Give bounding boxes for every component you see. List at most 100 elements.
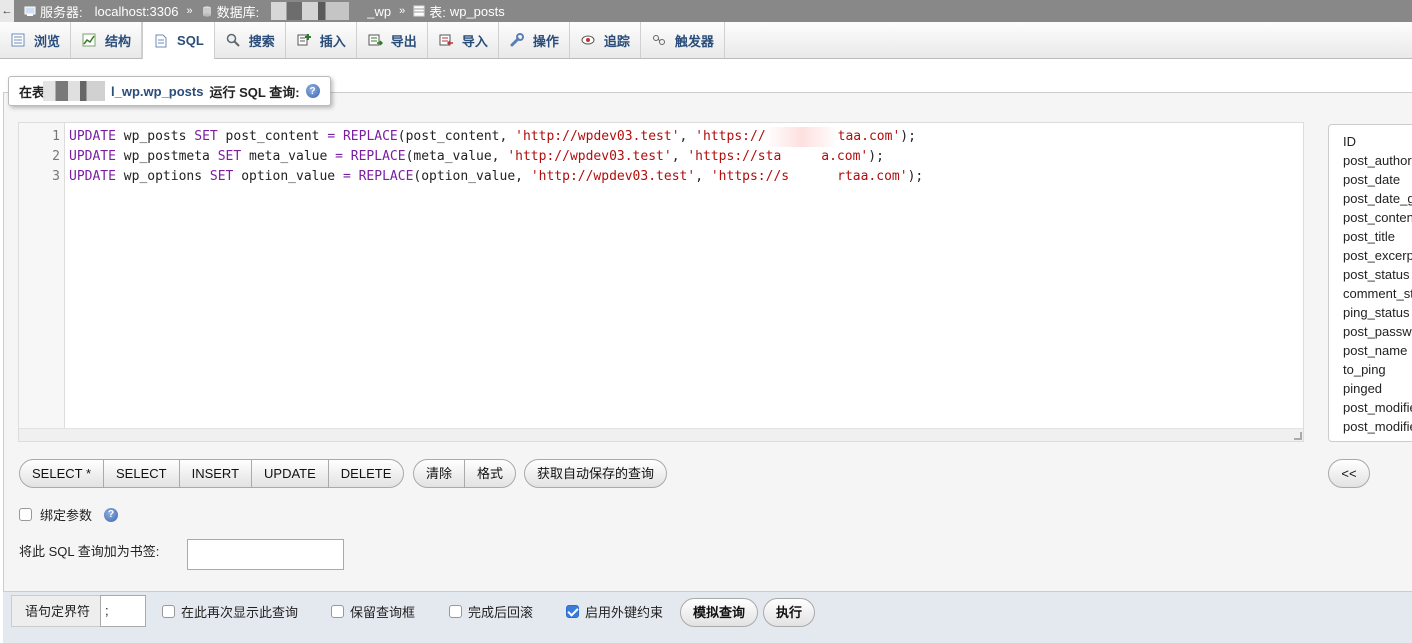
- simulate-query-button[interactable]: 模拟查询: [680, 598, 759, 627]
- tab-label: SQL: [177, 33, 204, 48]
- code-line[interactable]: UPDATE wp_posts SET post_content = REPLA…: [69, 127, 923, 147]
- column-item[interactable]: post_date: [1329, 170, 1412, 189]
- tab-insert[interactable]: 插入: [286, 22, 357, 58]
- bind-params-label: 绑定参数: [40, 508, 93, 523]
- column-item[interactable]: post_title: [1329, 227, 1412, 246]
- table-value[interactable]: wp_posts: [450, 4, 505, 19]
- bind-params-row: 绑定参数 ?: [19, 505, 119, 524]
- clear-button[interactable]: 清除: [414, 460, 466, 487]
- legend-table-link[interactable]: l_wp.wp_posts: [111, 84, 203, 99]
- import-icon: [439, 34, 453, 46]
- column-item[interactable]: ping_status: [1329, 303, 1412, 322]
- column-item[interactable]: comment_status: [1329, 284, 1412, 303]
- line-number: 2: [52, 149, 60, 164]
- breadcrumb-table[interactable]: 表: wp_posts: [413, 2, 505, 21]
- tab-label: 导入: [461, 33, 488, 49]
- format-button[interactable]: 格式: [465, 460, 515, 487]
- export-icon: [368, 34, 383, 46]
- sql-code[interactable]: UPDATE wp_posts SET post_content = REPLA…: [69, 127, 923, 187]
- get-autosaved-query-button[interactable]: 获取自动保存的查询: [524, 459, 668, 488]
- breadcrumb: ← 服务器: localhost:3306 » 数据库: _wp » 表: wp…: [0, 0, 1412, 22]
- column-item[interactable]: post_excerpt: [1329, 246, 1412, 265]
- column-item[interactable]: post_content_filtered: [1329, 436, 1412, 441]
- resize-handle-icon[interactable]: [1294, 432, 1302, 440]
- tab-browse[interactable]: 浏览: [0, 22, 72, 58]
- column-item[interactable]: post_date_gmt: [1329, 189, 1412, 208]
- select-button[interactable]: SELECT: [104, 460, 180, 487]
- rollback-option[interactable]: 完成后回滚: [449, 602, 533, 621]
- delimiter-input[interactable]: ;: [100, 595, 146, 627]
- legend-suffix: 运行 SQL 查询:: [209, 84, 300, 100]
- edit-buttons: 清除 格式: [413, 459, 517, 488]
- retain-query-box-option[interactable]: 保留查询框: [331, 602, 415, 621]
- code-line[interactable]: UPDATE wp_postmeta SET meta_value = REPL…: [69, 147, 923, 167]
- column-item[interactable]: post_password: [1329, 322, 1412, 341]
- structure-icon: [82, 33, 96, 47]
- browse-icon: [11, 33, 25, 47]
- column-item[interactable]: post_content: [1329, 208, 1412, 227]
- help-icon[interactable]: ?: [104, 507, 119, 522]
- database-icon: [202, 6, 211, 17]
- trigger-icon: [652, 35, 665, 45]
- delete-button[interactable]: DELETE: [329, 460, 404, 487]
- tab-operations[interactable]: 操作: [499, 22, 570, 58]
- tab-export[interactable]: 导出: [357, 22, 428, 58]
- show-again-option[interactable]: 在此再次显示此查询: [162, 602, 298, 621]
- breadcrumb-database[interactable]: 数据库: _wp: [201, 2, 391, 21]
- collapse-columns-button[interactable]: <<: [1328, 459, 1370, 488]
- column-item[interactable]: post_modified: [1329, 398, 1412, 417]
- go-button[interactable]: 执行: [763, 598, 816, 627]
- breadcrumb-server[interactable]: 服务器: localhost:3306: [24, 2, 178, 21]
- server-value[interactable]: localhost:3306: [95, 4, 179, 19]
- column-item[interactable]: post_author: [1329, 151, 1412, 170]
- sql-editor[interactable]: 1 2 3 UPDATE wp_posts SET post_content =…: [18, 122, 1304, 442]
- column-item[interactable]: post_status: [1329, 265, 1412, 284]
- back-arrow-icon[interactable]: ←: [0, 0, 14, 22]
- insert-button[interactable]: INSERT: [180, 460, 253, 487]
- breadcrumb-separator: »: [186, 5, 193, 17]
- column-item[interactable]: to_ping: [1329, 360, 1412, 379]
- select-all-button[interactable]: SELECT *: [20, 460, 105, 487]
- code-line[interactable]: UPDATE wp_options SET option_value = REP…: [69, 167, 923, 187]
- tab-label: 搜索: [248, 33, 275, 49]
- search-icon: [226, 33, 240, 47]
- show-again-label: 在此再次显示此查询: [181, 605, 299, 620]
- help-icon[interactable]: ?: [305, 84, 320, 98]
- tab-import[interactable]: 导入: [428, 22, 499, 58]
- insert-icon: [297, 34, 311, 46]
- redacted-database-name: [43, 81, 106, 101]
- table-icon: [413, 5, 425, 17]
- tab-structure[interactable]: 结构: [71, 22, 143, 58]
- column-item[interactable]: pinged: [1329, 379, 1412, 398]
- line-number: 1: [52, 129, 60, 144]
- line-number: 3: [52, 169, 60, 184]
- rollback-checkbox[interactable]: [449, 605, 462, 618]
- tab-tracking[interactable]: 追踪: [570, 22, 641, 58]
- tab-label: 触发器: [674, 33, 714, 49]
- database-value[interactable]: _wp: [367, 4, 391, 19]
- server-icon: [24, 6, 36, 16]
- tab-label: 结构: [105, 33, 132, 49]
- columns-list[interactable]: IDpost_authorpost_datepost_date_gmtpost_…: [1328, 124, 1412, 442]
- column-item[interactable]: post_modified_gmt: [1329, 417, 1412, 436]
- legend-prefix: 在表: [19, 84, 46, 100]
- retain-query-box-checkbox[interactable]: [331, 605, 344, 618]
- tab-label: 导出: [390, 33, 417, 49]
- column-item[interactable]: ID: [1329, 132, 1412, 151]
- eye-icon: [581, 35, 595, 45]
- redacted-database-name: [271, 2, 350, 20]
- foreign-keys-option[interactable]: 启用外键约束: [566, 602, 663, 621]
- database-label: 数据库:: [216, 4, 260, 20]
- tab-search[interactable]: 搜索: [215, 22, 286, 58]
- foreign-keys-checkbox[interactable]: [566, 605, 579, 618]
- bind-params-checkbox[interactable]: [19, 508, 32, 521]
- tab-triggers[interactable]: 触发器: [641, 22, 725, 58]
- column-item[interactable]: post_name: [1329, 341, 1412, 360]
- line-number-gutter: 1 2 3: [19, 123, 65, 429]
- update-button[interactable]: UPDATE: [252, 460, 329, 487]
- tab-sql[interactable]: SQL: [142, 22, 215, 59]
- horizontal-scrollbar[interactable]: [19, 428, 1303, 441]
- bookmark-input[interactable]: [187, 539, 344, 570]
- show-again-checkbox[interactable]: [162, 605, 175, 618]
- tab-bar: 浏览 结构 SQL 搜索 插入 导出 导入 操作 追踪 触发器: [0, 22, 1412, 59]
